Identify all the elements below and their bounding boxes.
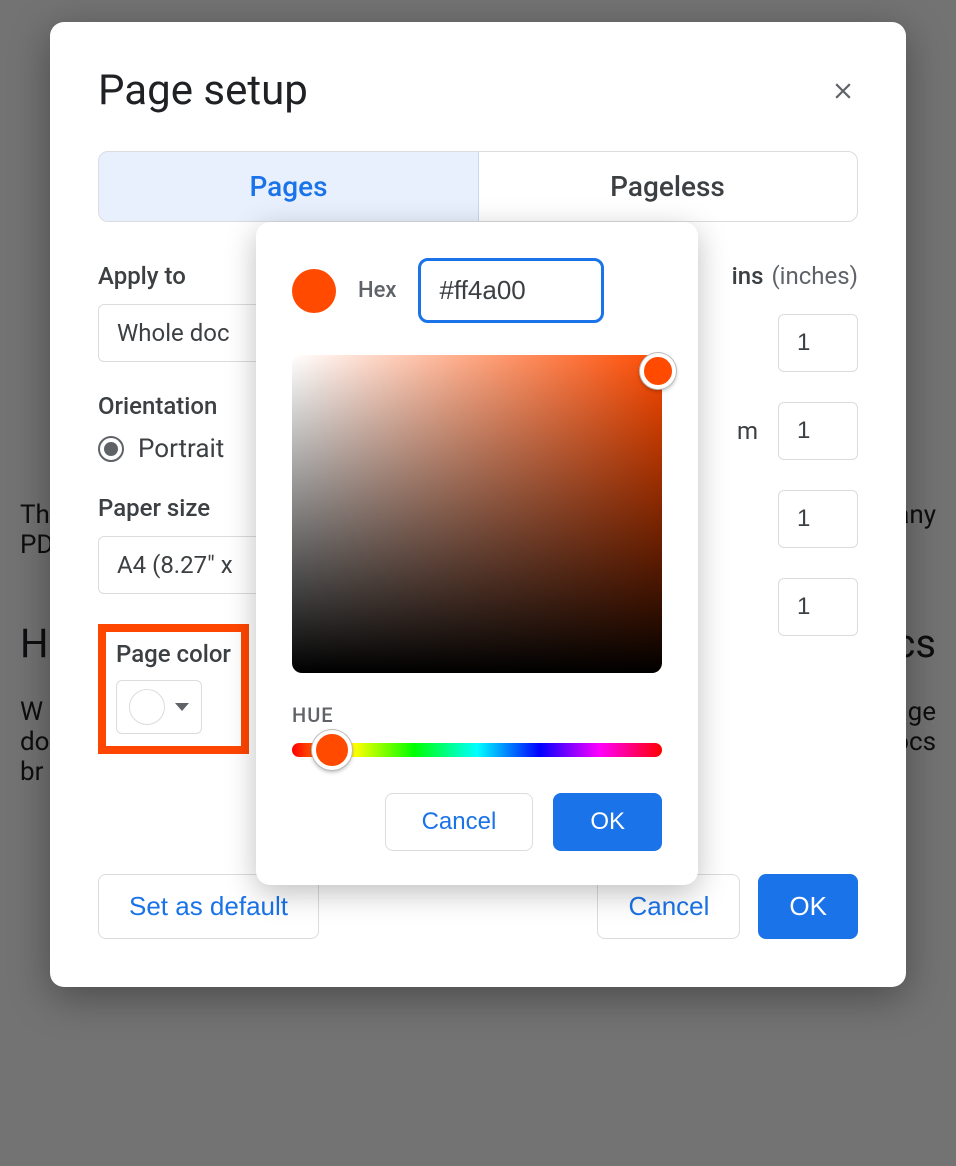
hue-handle[interactable] [312, 730, 352, 770]
hue-label: HUE [292, 703, 662, 727]
page-color-button[interactable] [116, 680, 202, 734]
color-picker-popover: Hex HUE Cancel OK [256, 222, 698, 885]
orientation-portrait-label: Portrait [138, 434, 224, 464]
tab-pages[interactable]: Pages [98, 151, 479, 222]
close-icon [830, 78, 856, 104]
orientation-portrait-radio[interactable] [98, 436, 124, 462]
margins-label: ins [732, 262, 764, 290]
chevron-down-icon [175, 703, 189, 711]
margin-bottom-input[interactable] [778, 402, 858, 460]
hue-slider[interactable] [292, 743, 662, 757]
paper-size-value: A4 (8.27" x [117, 551, 233, 579]
margin-right-input[interactable] [778, 578, 858, 636]
margin-top-input[interactable] [778, 314, 858, 372]
page-color-swatch [129, 689, 165, 725]
margin-left-input[interactable] [778, 490, 858, 548]
apply-to-value: Whole doc [117, 319, 230, 347]
color-preview-swatch [292, 269, 336, 313]
sv-handle[interactable] [640, 353, 676, 389]
tab-pageless[interactable]: Pageless [478, 152, 857, 221]
picker-cancel-button[interactable]: Cancel [385, 793, 534, 851]
hex-label: Hex [358, 278, 396, 303]
picker-ok-button[interactable]: OK [553, 793, 662, 851]
saturation-value-area[interactable] [292, 355, 662, 673]
page-color-highlight: Page color [98, 624, 249, 754]
close-button[interactable] [828, 76, 858, 106]
dialog-title: Page setup [98, 66, 308, 115]
page-color-label: Page color [116, 640, 231, 668]
tab-bar: Pages Pageless [98, 151, 858, 222]
margin-bottom-label: m [737, 417, 758, 445]
margins-unit: (inches) [771, 262, 858, 290]
hex-input[interactable] [418, 258, 604, 323]
ok-button[interactable]: OK [758, 874, 858, 939]
